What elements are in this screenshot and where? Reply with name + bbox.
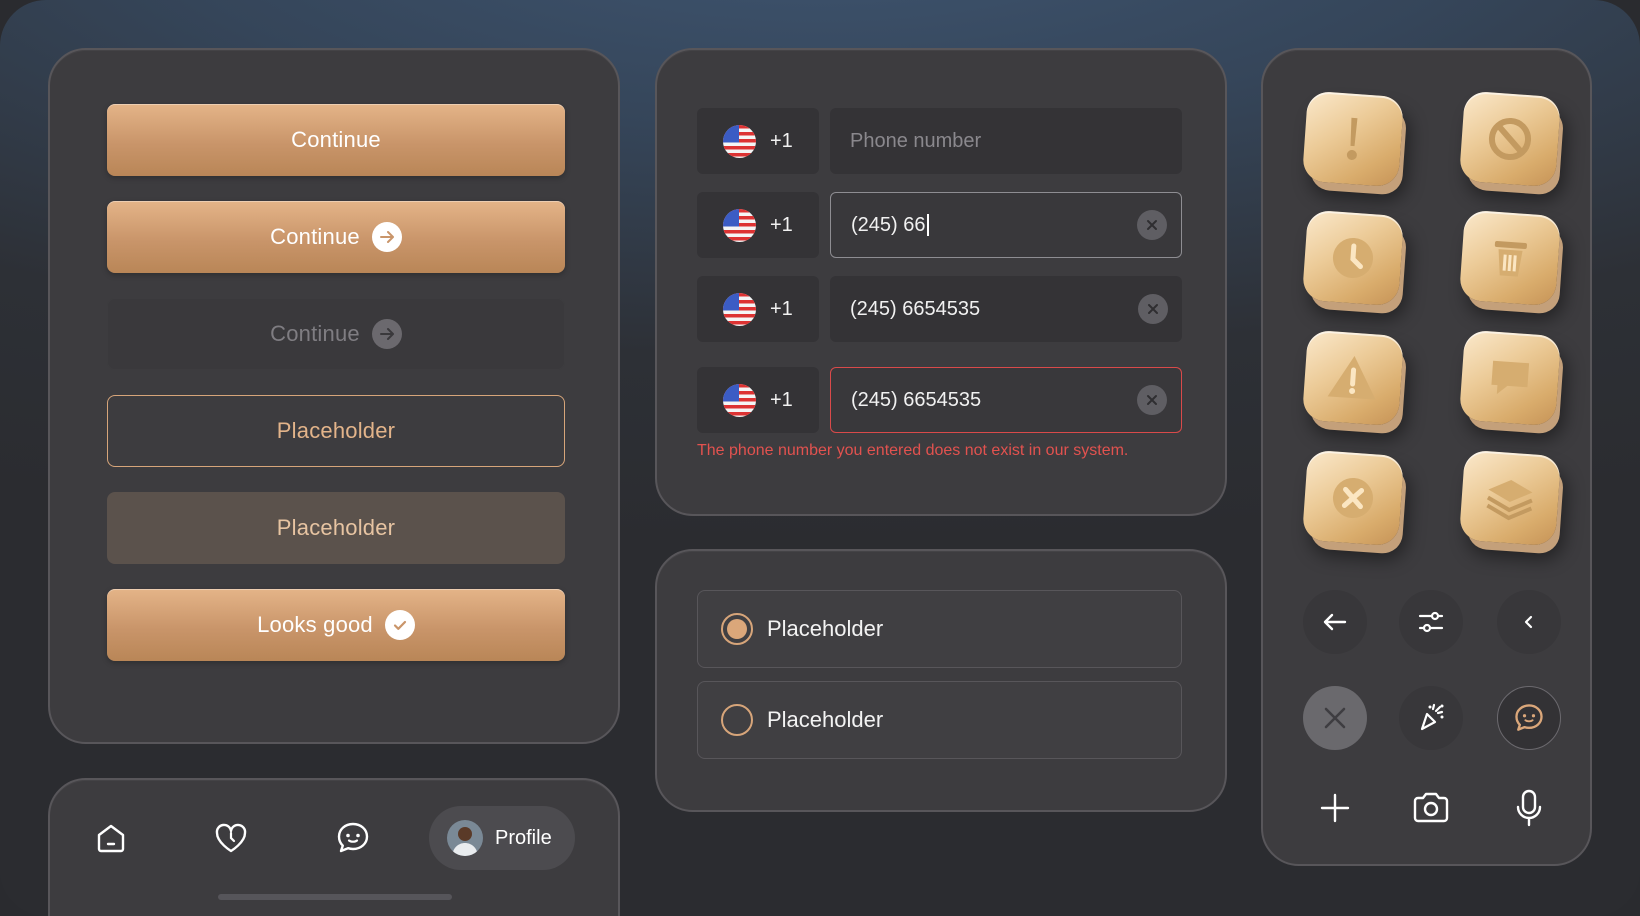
us-flag-icon bbox=[723, 292, 756, 326]
country-code-selector[interactable]: +1 bbox=[697, 276, 819, 342]
radio-option-1[interactable]: Placeholder bbox=[697, 590, 1182, 668]
placeholder-tonal-button[interactable]: Placeholder bbox=[107, 492, 565, 564]
phone-number-input-filled[interactable]: (245) 6654535 bbox=[830, 276, 1182, 342]
country-code: +1 bbox=[770, 213, 793, 236]
phone-error-message: The phone number you entered does not ex… bbox=[697, 442, 1129, 459]
profile-tab[interactable]: Profile bbox=[429, 806, 575, 870]
country-code-selector[interactable]: +1 bbox=[697, 367, 819, 433]
arrow-right-icon bbox=[371, 319, 402, 349]
filters-button[interactable] bbox=[1399, 590, 1463, 654]
chat-bubble-icon bbox=[1458, 329, 1562, 427]
country-code-selector[interactable]: +1 bbox=[697, 108, 819, 174]
us-flag-icon bbox=[723, 383, 756, 417]
plus-icon[interactable] bbox=[1311, 784, 1359, 832]
blocked-icon bbox=[1458, 90, 1562, 188]
phone-number-input-empty[interactable]: Phone number bbox=[830, 108, 1182, 174]
clock-icon bbox=[1301, 209, 1405, 307]
country-code: +1 bbox=[770, 297, 793, 320]
continue-arrow-button[interactable]: Continue bbox=[107, 201, 565, 273]
country-code-selector[interactable]: +1 bbox=[697, 192, 819, 258]
magic-button[interactable] bbox=[1399, 686, 1463, 750]
continue-button-label: Continue bbox=[291, 127, 381, 152]
continue-arrow-button-label: Continue bbox=[270, 224, 360, 249]
clear-icon[interactable] bbox=[1138, 294, 1168, 324]
phone-placeholder: Phone number bbox=[850, 129, 982, 152]
continue-disabled-button-label: Continue bbox=[270, 321, 360, 346]
layers-icon bbox=[1458, 449, 1562, 547]
placeholder-outline-button[interactable]: Placeholder bbox=[107, 395, 565, 467]
home-icon[interactable] bbox=[91, 818, 131, 858]
camera-icon[interactable] bbox=[1407, 784, 1455, 832]
arrow-right-icon bbox=[371, 222, 402, 252]
phone-value: (245) 66 bbox=[851, 213, 926, 236]
profile-label: Profile bbox=[495, 826, 552, 849]
warning-icon bbox=[1301, 329, 1405, 427]
phone-value: (245) 6654535 bbox=[851, 388, 982, 411]
placeholder-tonal-button-label: Placeholder bbox=[276, 515, 396, 540]
country-code: +1 bbox=[770, 388, 793, 411]
canvas: Continue Continue Continue Placeholder P… bbox=[0, 0, 1640, 916]
close-circle-icon bbox=[1301, 449, 1405, 547]
radio-option-label: Placeholder bbox=[767, 707, 884, 732]
chat-icon[interactable] bbox=[333, 818, 373, 858]
back-button[interactable] bbox=[1303, 590, 1367, 654]
continue-disabled-button[interactable]: Continue bbox=[107, 298, 565, 370]
check-icon bbox=[384, 610, 415, 640]
us-flag-icon bbox=[723, 208, 756, 242]
phone-number-input-error[interactable]: (245) 6654535 bbox=[830, 367, 1182, 433]
chat-button[interactable] bbox=[1497, 686, 1561, 750]
chevron-left-button[interactable] bbox=[1497, 590, 1561, 654]
trash-icon bbox=[1458, 209, 1562, 307]
phone-value: (245) 6654535 bbox=[850, 297, 981, 320]
close-button[interactable] bbox=[1303, 686, 1367, 750]
us-flag-icon bbox=[723, 124, 756, 158]
radio-selected[interactable] bbox=[721, 613, 753, 645]
country-code: +1 bbox=[770, 129, 793, 152]
microphone-icon[interactable] bbox=[1505, 784, 1553, 832]
radio-option-2[interactable]: Placeholder bbox=[697, 681, 1182, 759]
continue-button[interactable]: Continue bbox=[107, 104, 565, 176]
looks-good-button[interactable]: Looks good bbox=[107, 589, 565, 661]
exclamation-icon bbox=[1301, 90, 1405, 188]
placeholder-outline-button-label: Placeholder bbox=[276, 418, 396, 443]
phone-number-input-focused[interactable]: (245) 66 bbox=[830, 192, 1182, 258]
radio-option-label: Placeholder bbox=[767, 616, 884, 641]
looks-good-button-label: Looks good bbox=[257, 612, 373, 637]
heart-icon[interactable] bbox=[211, 818, 251, 858]
clear-icon[interactable] bbox=[1137, 210, 1167, 240]
text-caret bbox=[926, 214, 929, 236]
home-indicator bbox=[218, 894, 452, 900]
avatar bbox=[447, 820, 483, 856]
clear-icon[interactable] bbox=[1137, 385, 1167, 415]
radio-unselected[interactable] bbox=[721, 704, 753, 736]
